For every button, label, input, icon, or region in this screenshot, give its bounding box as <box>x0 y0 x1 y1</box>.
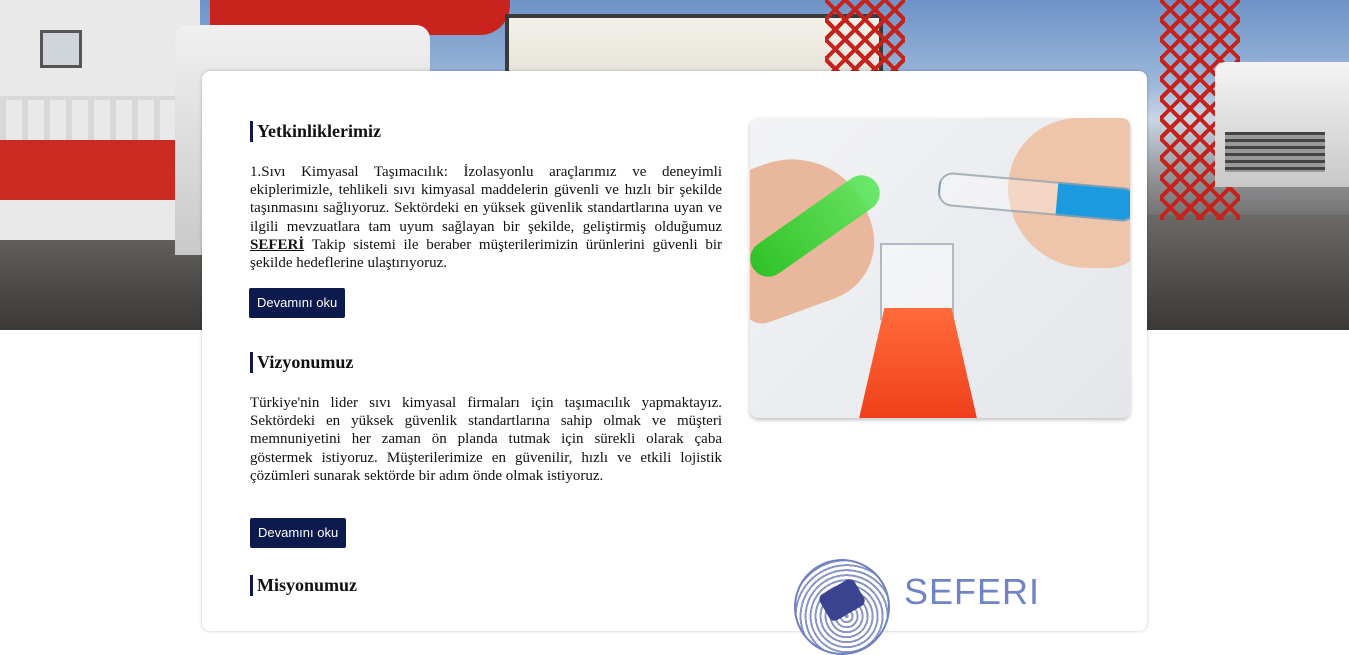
read-more-button-vision[interactable]: Devamını oku <box>250 518 347 548</box>
hero-ship-rail <box>0 96 200 144</box>
hero-ship-window <box>40 30 82 68</box>
section-title-mission: Misyonumuz <box>250 575 357 596</box>
seferi-logo-mark-icon <box>794 559 890 655</box>
hero-ship <box>0 0 200 240</box>
hero-ship-hull <box>0 140 200 200</box>
section-title-competencies: Yetkinliklerimiz <box>250 121 381 142</box>
competencies-text-part1: 1.Sıvı Kimyasal Taşımacılık: İzolasyonlu… <box>250 164 722 235</box>
seferi-brand-inline: SEFERİ <box>250 236 305 253</box>
lab-chemicals-image <box>750 118 1130 418</box>
lab-flask-red <box>858 308 978 418</box>
read-more-button-competencies[interactable]: Devamını oku <box>249 288 346 318</box>
section-text-competencies: 1.Sıvı Kimyasal Taşımacılık: İzolasyonlu… <box>250 163 722 272</box>
section-text-vision: Türkiye'nin lider sıvı kimyasal firmalar… <box>250 395 722 484</box>
seferi-logo: SEFERI <box>794 555 1094 655</box>
hero-truck-right <box>1215 62 1349 187</box>
content-card: Yetkinliklerimiz 1.Sıvı Kimyasal Taşımac… <box>202 71 1147 655</box>
section-title-vision: Vizyonumuz <box>250 352 353 373</box>
hero-truck-grill <box>1225 132 1325 172</box>
competencies-text-part2: Takip sistemi ile beraber müşterilerimiz… <box>250 236 722 272</box>
seferi-logo-wordmark: SEFERI <box>904 571 1041 612</box>
